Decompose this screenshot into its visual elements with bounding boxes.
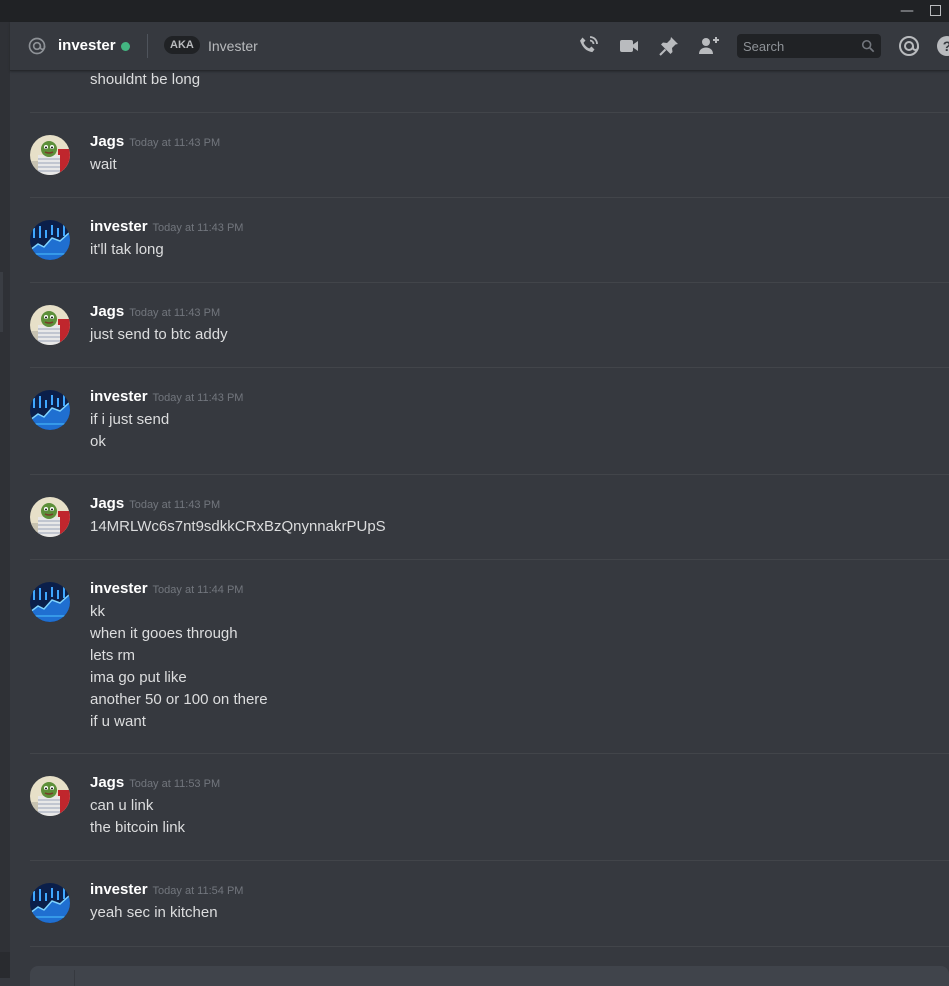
message-author[interactable]: Jags Today at 11:43 PM (90, 495, 220, 512)
message-line: just send to btc addy (90, 326, 228, 343)
author-name: invester (90, 580, 148, 597)
panel-footer-edge (0, 952, 10, 978)
message-group: invester Today at 11:44 PM kk when it goo… (30, 560, 949, 754)
message-timestamp: Today at 11:43 PM (152, 222, 244, 234)
message-group: Jags Today at 11:43 PM wait (30, 113, 949, 198)
message-line: shouldnt be long (90, 71, 201, 88)
message-timestamp: Today at 11:43 PM (129, 307, 221, 319)
at-icon (28, 37, 46, 55)
message-group: invester Today at 11:43 PM if i just send… (30, 368, 949, 475)
avatar-jags[interactable] (30, 135, 70, 175)
search-box[interactable] (737, 34, 881, 58)
author-name: invester (90, 881, 148, 898)
avatar-invester[interactable] (30, 390, 70, 430)
author-name: Jags (90, 133, 125, 150)
message-timestamp: Today at 11:43 PM (129, 499, 221, 511)
message-group: invester Today at 11:43 PM it'll tak long (30, 198, 949, 283)
message-author[interactable]: invester Today at 11:54 PM (90, 881, 243, 898)
user-alias: Invester (208, 38, 258, 54)
channel-name: invester (58, 37, 116, 54)
message-line: if i just send (90, 411, 170, 428)
scroll-marker (0, 272, 3, 332)
message-group: Jags Today at 11:43 PM just send to btc a… (30, 283, 949, 368)
message-group: Jags Today at 11:53 PM can u link the bit… (30, 754, 949, 861)
message-author[interactable]: Jags Today at 11:43 PM (90, 133, 220, 150)
message-line: yeah sec in kitchen (90, 904, 218, 921)
message-line: ima go put like (90, 669, 187, 686)
avatar-jags[interactable] (30, 305, 70, 345)
mentions-icon[interactable] (897, 34, 921, 58)
message-group: shouldnt be long (30, 71, 949, 113)
avatar-invester[interactable] (30, 883, 70, 923)
author-name: Jags (90, 495, 125, 512)
message-timestamp: Today at 11:44 PM (152, 584, 244, 596)
message-author[interactable]: Jags Today at 11:53 PM (90, 774, 220, 791)
left-panel-edge (0, 22, 10, 978)
help-icon[interactable]: ? (935, 34, 949, 58)
message-timestamp: Today at 11:53 PM (129, 778, 221, 790)
author-name: Jags (90, 303, 125, 320)
message-line: another 50 or 100 on there (90, 691, 268, 708)
message-author[interactable]: invester Today at 11:43 PM (90, 218, 243, 235)
composer-divider (74, 970, 75, 986)
message-line: lets rm (90, 647, 135, 664)
message-author[interactable]: invester Today at 11:43 PM (90, 388, 243, 405)
message-group: Jags Today at 11:43 PM 14MRLWc6s7nt9sdkkC… (30, 475, 949, 560)
search-icon (861, 39, 875, 53)
channel-header: invester AKA Invester ? (10, 22, 949, 71)
avatar-invester[interactable] (30, 220, 70, 260)
message-line: 14MRLWc6s7nt9sdkkCRxBzQnynnakrPUpS (90, 518, 386, 535)
header-divider (147, 34, 148, 58)
start-voice-call-icon[interactable] (576, 34, 600, 58)
online-status-indicator (121, 42, 130, 51)
message-composer[interactable] (30, 966, 949, 986)
avatar-invester[interactable] (30, 582, 70, 622)
message-list: shouldnt be long Jags Today at 11:43 PM w… (10, 71, 949, 961)
minimize-button[interactable]: — (893, 0, 921, 22)
message-timestamp: Today at 11:43 PM (129, 137, 221, 149)
message-line: when it gooes through (90, 625, 238, 642)
message-group: invester Today at 11:54 PM yeah sec in ki… (30, 861, 949, 947)
message-line: it'll tak long (90, 241, 164, 258)
aka-badge: AKA (164, 36, 200, 54)
message-line: the bitcoin link (90, 819, 186, 836)
pinned-messages-icon[interactable] (657, 34, 681, 58)
maximize-button[interactable] (921, 0, 949, 22)
message-author[interactable]: Jags Today at 11:43 PM (90, 303, 220, 320)
avatar-jags[interactable] (30, 497, 70, 537)
message-line: kk (90, 603, 105, 620)
message-line: can u link (90, 797, 154, 814)
message-timestamp: Today at 11:43 PM (152, 392, 244, 404)
author-name: invester (90, 388, 148, 405)
add-friend-icon[interactable] (697, 34, 721, 58)
author-name: invester (90, 218, 148, 235)
author-name: Jags (90, 774, 125, 791)
message-line: ok (90, 433, 106, 450)
svg-text:?: ? (943, 38, 949, 54)
message-line: wait (90, 156, 117, 173)
search-input[interactable] (743, 34, 853, 58)
message-line: if u want (90, 713, 146, 730)
message-author[interactable]: invester Today at 11:44 PM (90, 580, 243, 597)
message-timestamp: Today at 11:54 PM (152, 885, 244, 897)
start-video-call-icon[interactable] (617, 34, 641, 58)
avatar-jags[interactable] (30, 776, 70, 816)
maximize-icon (929, 4, 941, 16)
window-titlebar: — (0, 0, 949, 22)
